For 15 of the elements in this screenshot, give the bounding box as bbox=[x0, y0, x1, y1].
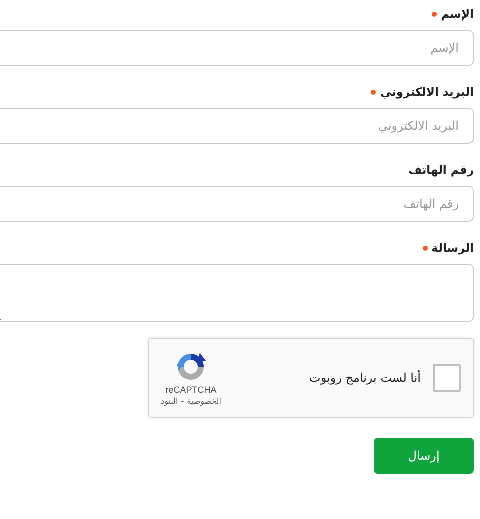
field-label: رقم الهاتف bbox=[408, 162, 474, 178]
message-field[interactable] bbox=[0, 264, 474, 322]
checkbox[interactable] bbox=[433, 364, 461, 392]
recaptcha-brand: reCAPTCHA bbox=[166, 384, 217, 394]
field-label: الرسالة bbox=[432, 240, 474, 256]
link-separator: - bbox=[181, 396, 184, 406]
recaptcha-logo-icon bbox=[175, 350, 208, 382]
input-field[interactable]: رقم الهاتف bbox=[0, 186, 474, 222]
input-field[interactable]: الإسم bbox=[0, 30, 474, 66]
terms-link[interactable]: البنود bbox=[161, 396, 178, 406]
input-field[interactable]: البريد الالكتروني bbox=[0, 108, 474, 144]
field-label: الإسم bbox=[441, 6, 474, 22]
field-label: البريد الالكتروني bbox=[380, 84, 474, 100]
privacy-link[interactable]: الخصوصية bbox=[187, 396, 222, 406]
checkbox-label: أنا لست برنامج روبوت bbox=[308, 371, 421, 385]
